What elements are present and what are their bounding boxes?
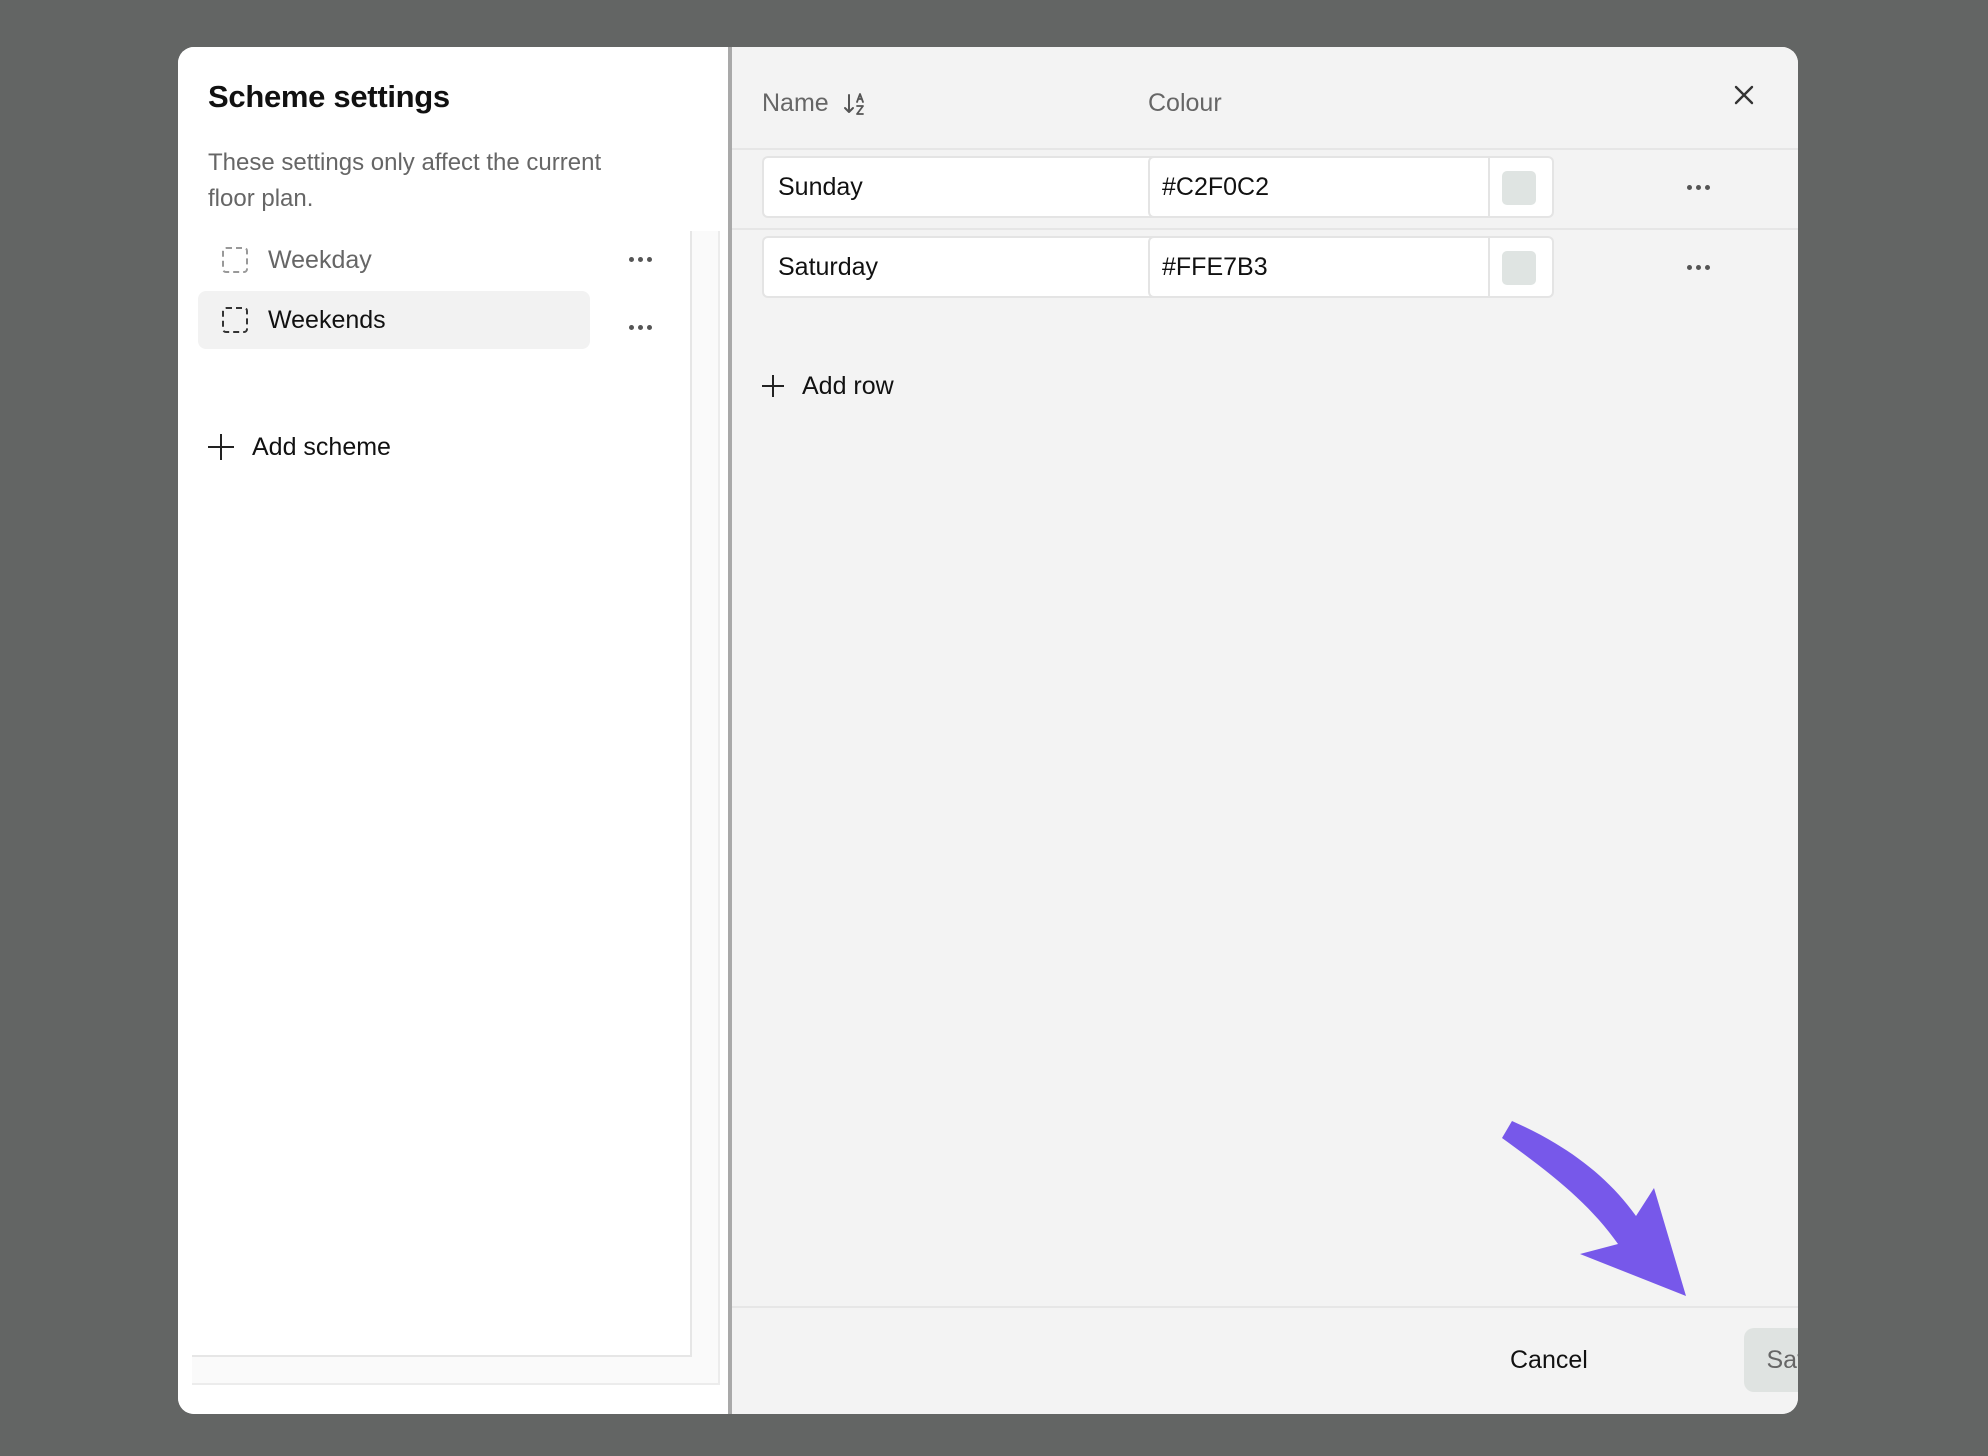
- row-divider: [732, 228, 1798, 230]
- column-header-colour: Colour: [1148, 89, 1222, 117]
- scheme-sidebar: Scheme settings These settings only affe…: [178, 47, 728, 1414]
- row-colour-input[interactable]: #C2F0C2: [1162, 158, 1269, 216]
- colour-swatch[interactable]: [1502, 171, 1536, 205]
- dialog-description: These settings only affect the current f…: [208, 149, 602, 212]
- scheme-item-label: Weekends: [268, 305, 386, 334]
- cancel-button[interactable]: Cancel: [1498, 1328, 1600, 1392]
- dialog-footer: Cancel Save: [732, 1306, 1798, 1414]
- row-name-input[interactable]: Saturday: [762, 236, 1168, 298]
- colour-field-divider: [1488, 238, 1490, 296]
- scheme-list: Weekday Weekends: [192, 231, 692, 1357]
- more-dots-icon[interactable]: [1678, 172, 1718, 202]
- row-divider: [732, 148, 1798, 150]
- dialog-title: Scheme settings: [208, 79, 450, 114]
- column-header-name[interactable]: Name: [762, 89, 869, 118]
- dashed-square-icon: [222, 247, 248, 273]
- more-dots-icon[interactable]: [620, 244, 660, 274]
- row-colour-field[interactable]: #FFE7B3: [1148, 236, 1554, 298]
- colour-field-divider: [1488, 158, 1490, 216]
- row-colour-field[interactable]: #C2F0C2: [1148, 156, 1554, 218]
- plus-icon: [762, 375, 784, 397]
- more-dots-icon[interactable]: [620, 312, 660, 342]
- more-dots-icon[interactable]: [1678, 252, 1718, 282]
- arrow-pointer-icon: [1502, 1121, 1686, 1296]
- dashed-square-icon: [222, 307, 248, 333]
- column-header-name-label: Name: [762, 89, 829, 117]
- scheme-item-label: Weekday: [268, 245, 372, 274]
- add-row-label: Add row: [802, 371, 894, 400]
- scheme-list-frame: Weekday Weekends: [192, 231, 720, 1385]
- add-scheme-label: Add scheme: [252, 432, 391, 461]
- sort-alpha-icon[interactable]: [843, 91, 869, 117]
- add-scheme-button[interactable]: Add scheme: [208, 427, 391, 467]
- row-name-input[interactable]: Sunday: [762, 156, 1168, 218]
- save-button[interactable]: Save: [1744, 1328, 1798, 1392]
- colour-swatch[interactable]: [1502, 251, 1536, 285]
- row-colour-input[interactable]: #FFE7B3: [1162, 238, 1268, 296]
- scheme-item-weekday[interactable]: Weekday: [198, 231, 590, 289]
- close-icon[interactable]: [1726, 77, 1762, 113]
- plus-icon: [208, 434, 234, 460]
- add-row-button[interactable]: Add row: [762, 366, 894, 406]
- scheme-item-weekends[interactable]: Weekends: [198, 291, 590, 349]
